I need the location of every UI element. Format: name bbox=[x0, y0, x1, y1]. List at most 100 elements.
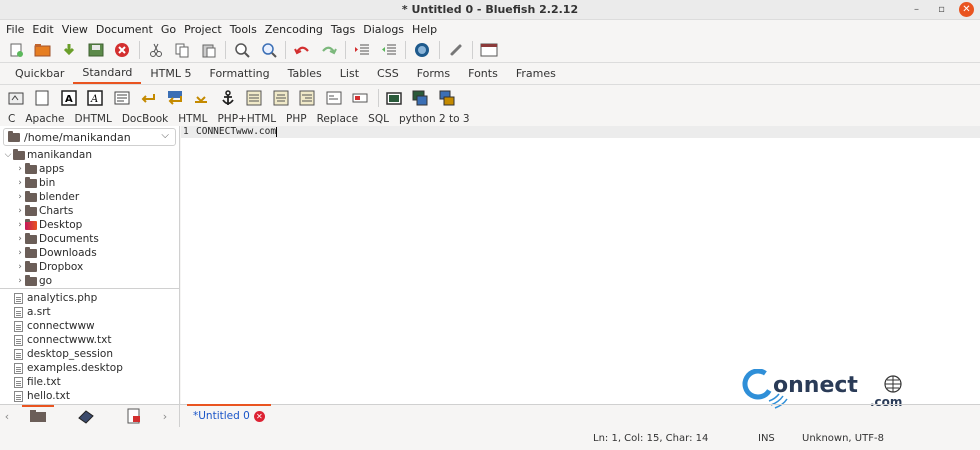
menu-help[interactable]: Help bbox=[408, 23, 441, 36]
snippet-docbook[interactable]: DocBook bbox=[117, 113, 173, 125]
snippet-c[interactable]: C bbox=[3, 113, 20, 125]
tab-frames[interactable]: Frames bbox=[507, 63, 565, 84]
quickstart-icon[interactable] bbox=[7, 90, 24, 107]
tab-quickbar[interactable]: Quickbar bbox=[6, 63, 73, 84]
redo-icon[interactable] bbox=[319, 40, 339, 60]
indent-icon[interactable] bbox=[352, 40, 372, 60]
tab-list[interactable]: List bbox=[331, 63, 368, 84]
file-row[interactable]: connectwww bbox=[0, 319, 179, 333]
align-right-icon[interactable] bbox=[299, 90, 316, 107]
tree-row[interactable]: › Charts bbox=[0, 204, 179, 218]
align-center-icon[interactable] bbox=[272, 90, 289, 107]
expander-icon[interactable]: › bbox=[15, 206, 25, 216]
tree-row-root[interactable]: ⌵ manikandan bbox=[0, 148, 179, 162]
tab-html5[interactable]: HTML 5 bbox=[141, 63, 200, 84]
editor-text[interactable]: CONNECTwww.com bbox=[196, 126, 278, 138]
menu-document[interactable]: Document bbox=[92, 23, 157, 36]
find-icon[interactable] bbox=[232, 40, 252, 60]
tree-row[interactable]: › Documents bbox=[0, 232, 179, 246]
bold-icon[interactable]: A bbox=[60, 90, 77, 107]
unindent-icon[interactable] bbox=[379, 40, 399, 60]
email-icon[interactable] bbox=[352, 90, 369, 107]
close-tab-icon[interactable]: ✕ bbox=[253, 410, 265, 422]
expander-icon[interactable]: › bbox=[15, 234, 25, 244]
minimize-icon[interactable]: – bbox=[909, 2, 924, 17]
file-row[interactable]: desktop_session bbox=[0, 347, 179, 361]
tree-row[interactable]: › apps bbox=[0, 162, 179, 176]
tree-row[interactable]: › blender bbox=[0, 190, 179, 204]
snippets-tab-icon[interactable] bbox=[114, 406, 154, 426]
close-window-icon[interactable]: ✕ bbox=[959, 2, 974, 17]
new-file-icon[interactable] bbox=[6, 40, 26, 60]
snippet-html[interactable]: HTML bbox=[173, 113, 212, 125]
snippet-replace[interactable]: Replace bbox=[312, 113, 364, 125]
save-icon[interactable] bbox=[86, 40, 106, 60]
menu-tools[interactable]: Tools bbox=[226, 23, 261, 36]
align-left-icon[interactable] bbox=[246, 90, 263, 107]
menu-tags[interactable]: Tags bbox=[327, 23, 359, 36]
menu-go[interactable]: Go bbox=[157, 23, 180, 36]
break-clear-icon[interactable] bbox=[166, 90, 183, 107]
scroll-left-icon[interactable]: ‹ bbox=[0, 410, 14, 423]
tree-row[interactable]: › bin bbox=[0, 176, 179, 190]
snippet-python[interactable]: python 2 to 3 bbox=[394, 113, 475, 125]
close-file-icon[interactable] bbox=[112, 40, 132, 60]
file-row[interactable]: examples.desktop bbox=[0, 361, 179, 375]
find-replace-icon[interactable] bbox=[259, 40, 279, 60]
expander-icon[interactable]: › bbox=[15, 164, 25, 174]
tab-tables[interactable]: Tables bbox=[279, 63, 331, 84]
path-selector[interactable]: /home/manikandan ⌵ bbox=[3, 128, 176, 146]
document-tab[interactable]: *Untitled 0 ✕ bbox=[187, 404, 271, 427]
expander-icon[interactable]: › bbox=[15, 276, 25, 286]
chevron-down-icon[interactable]: ⌵ bbox=[161, 130, 169, 141]
insert-mode[interactable]: INS bbox=[758, 433, 775, 444]
anchor-icon[interactable] bbox=[219, 90, 236, 107]
expander-icon[interactable]: › bbox=[15, 248, 25, 258]
editor-area[interactable]: 1 CONNECTwww.com onnect .com bbox=[181, 126, 980, 409]
snippet-php-html[interactable]: PHP+HTML bbox=[212, 113, 281, 125]
file-row[interactable]: file.txt bbox=[0, 375, 179, 389]
tree-row[interactable]: › go bbox=[0, 274, 179, 288]
file-row[interactable]: connectwww.txt bbox=[0, 333, 179, 347]
undo-icon[interactable] bbox=[292, 40, 312, 60]
multi-thumbnail-icon[interactable] bbox=[438, 90, 455, 107]
file-row[interactable]: a.srt bbox=[0, 305, 179, 319]
menu-project[interactable]: Project bbox=[180, 23, 226, 36]
expander-icon[interactable]: › bbox=[15, 220, 25, 230]
tab-css[interactable]: CSS bbox=[368, 63, 408, 84]
maximize-icon[interactable]: ▫ bbox=[934, 2, 949, 17]
snippet-apache[interactable]: Apache bbox=[20, 113, 69, 125]
tree-row[interactable]: › Dropbox bbox=[0, 260, 179, 274]
expander-icon[interactable]: › bbox=[15, 178, 25, 188]
paragraph-icon[interactable] bbox=[113, 90, 130, 107]
expander-icon[interactable]: › bbox=[15, 192, 25, 202]
menu-zencoding[interactable]: Zencoding bbox=[261, 23, 327, 36]
open-folder-icon[interactable] bbox=[33, 40, 53, 60]
snippet-sql[interactable]: SQL bbox=[363, 113, 394, 125]
link-icon[interactable] bbox=[446, 40, 466, 60]
encoding[interactable]: Unknown, UTF-8 bbox=[802, 433, 884, 444]
cut-icon[interactable] bbox=[146, 40, 166, 60]
expander-icon[interactable]: ⌵ bbox=[3, 150, 13, 160]
filebrowser-tab-icon[interactable] bbox=[18, 405, 58, 426]
body-icon[interactable] bbox=[34, 90, 51, 107]
fullscreen-icon[interactable] bbox=[479, 40, 499, 60]
italic-icon[interactable]: A bbox=[87, 90, 104, 107]
comment-icon[interactable] bbox=[325, 90, 342, 107]
tab-fonts[interactable]: Fonts bbox=[459, 63, 507, 84]
tab-standard[interactable]: Standard bbox=[73, 63, 142, 84]
file-row[interactable]: analytics.php bbox=[0, 291, 179, 305]
expander-icon[interactable]: › bbox=[15, 262, 25, 272]
nbsp-icon[interactable] bbox=[193, 90, 210, 107]
scroll-right-icon[interactable]: › bbox=[158, 410, 172, 423]
bookmarks-tab-icon[interactable] bbox=[66, 406, 106, 426]
image-icon[interactable] bbox=[385, 90, 402, 107]
menu-view[interactable]: View bbox=[58, 23, 92, 36]
break-icon[interactable] bbox=[140, 90, 157, 107]
file-row[interactable]: hello.txt bbox=[0, 389, 179, 403]
thumbnail-icon[interactable] bbox=[412, 90, 429, 107]
download-icon[interactable] bbox=[59, 40, 79, 60]
tree-row[interactable]: › Desktop bbox=[0, 218, 179, 232]
paste-icon[interactable] bbox=[199, 40, 219, 60]
tab-forms[interactable]: Forms bbox=[408, 63, 459, 84]
